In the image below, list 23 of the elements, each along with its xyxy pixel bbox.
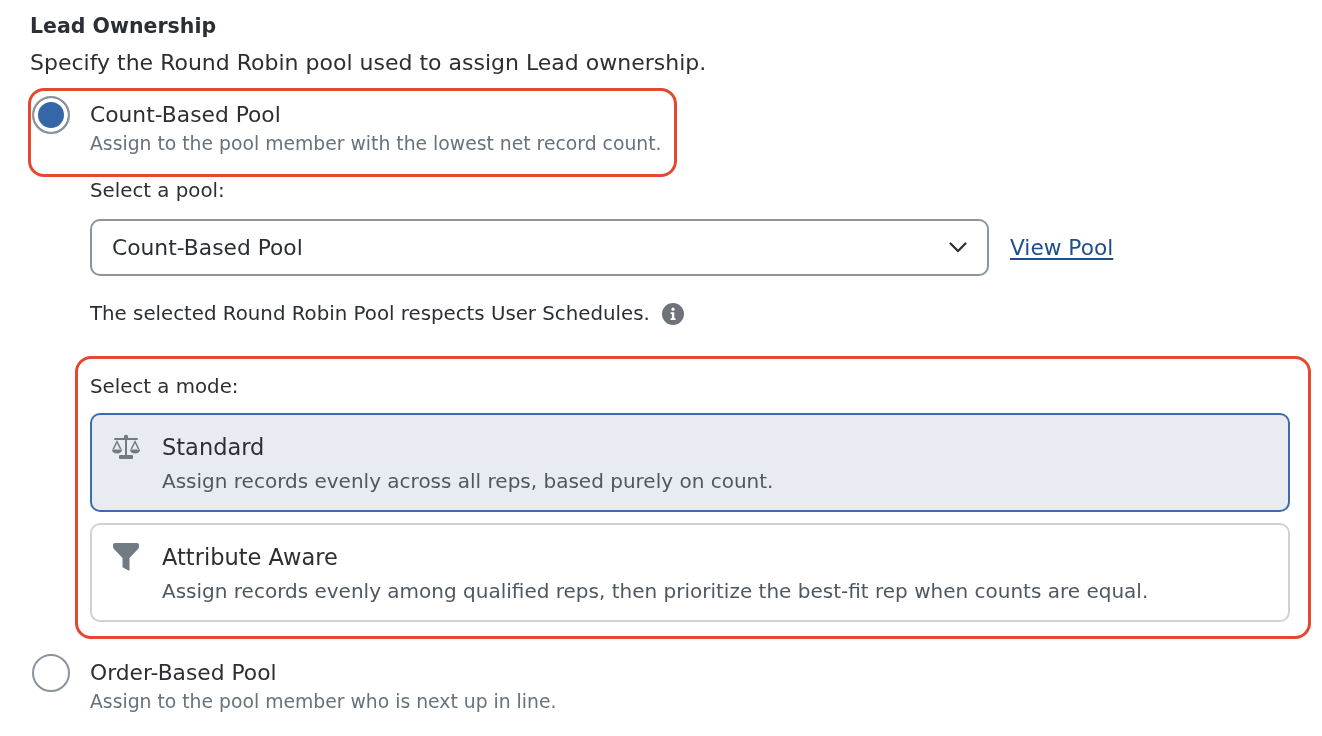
info-icon <box>661 303 684 325</box>
option-description: Assign to the pool member with the lowest net record count. <box>90 132 662 156</box>
view-pool-link[interactable]: View Pool <box>1010 233 1114 262</box>
radio-button[interactable] <box>32 654 70 692</box>
mode-description: Assign records evenly across all reps, based purely on count. <box>162 469 774 493</box>
mode-title: Attribute Aware <box>162 543 338 571</box>
balance-scale-icon <box>111 434 141 460</box>
mode-card[interactable]: Attribute Aware Assign records evenly among qualified reps, then prioritize the best-fit rep when counts are equal. <box>90 523 1290 622</box>
mode-title: Standard <box>162 433 265 461</box>
section-title: Lead Ownership <box>30 13 217 40</box>
pool-dropdown[interactable]: Count-Based Pool <box>90 219 989 276</box>
chevron-down-icon <box>949 242 967 253</box>
note-text: The selected Round Robin Pool respects User Schedules. <box>90 302 650 326</box>
funnel-icon <box>112 543 140 571</box>
section-description: Specify the Round Robin pool used to assign Lead ownership. <box>30 49 707 77</box>
mode-card[interactable]: Standard Assign records evenly across all reps, based purely on count. <box>90 413 1290 512</box>
field-label: Select a pool: <box>90 179 225 203</box>
option-description: Assign to the pool member who is next up in line. <box>90 690 557 714</box>
option-label: Count-Based Pool <box>90 101 281 129</box>
field-label: Select a mode: <box>90 375 239 399</box>
radio-button[interactable] <box>32 96 70 134</box>
mode-description: Assign records evenly among qualified reps, then prioritize the best-fit rep when counts are equal. <box>162 579 1149 603</box>
option-label: Order-Based Pool <box>90 659 277 687</box>
